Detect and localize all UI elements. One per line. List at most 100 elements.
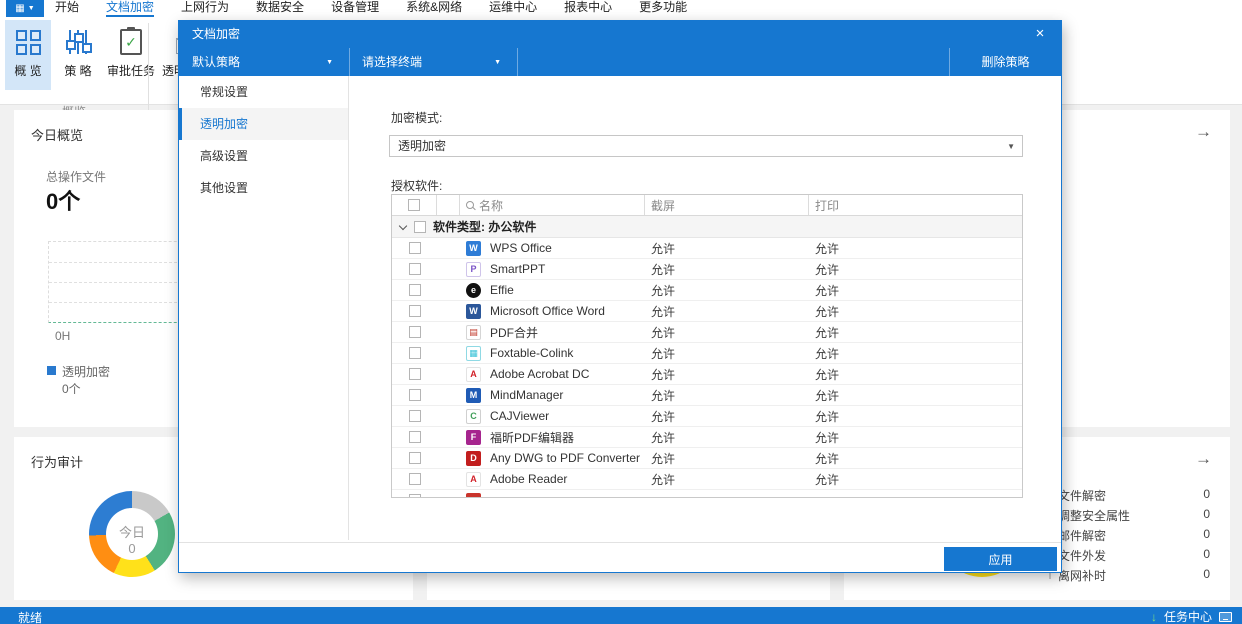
card-title: 今日概览 [31,128,84,143]
table-row[interactable]: e Effie 允许 允许 [392,280,1022,301]
spacer-cell [437,469,460,489]
table-row-partial[interactable] [392,490,1022,497]
nav-item-其他设置[interactable]: 其他设置 [179,172,348,204]
table-row[interactable]: C CAJViewer 允许 允许 [392,406,1022,427]
print-permission: 允许 [815,367,840,382]
ribbon-button-policy[interactable]: 策 略 [56,20,100,90]
table-row[interactable]: D Any DWG to PDF Converter 允许 允许 [392,448,1022,469]
name-cell: A Adobe Acrobat DC [460,364,645,384]
row-checkbox[interactable] [408,326,421,338]
status-ready-text: 就绪 [18,611,43,624]
chevron-down-icon[interactable] [398,221,408,230]
row-checkbox[interactable] [408,389,421,401]
right-arrow-icon[interactable]: → [1195,122,1212,142]
table-row[interactable]: A Adobe Acrobat DC 允许 允许 [392,364,1022,385]
app-menu-button[interactable]: ▦ ▼ [6,0,44,17]
terminal-dropdown[interactable]: 请选择终端 ▼ [349,48,517,76]
authorized-software-label: 授权软件: [391,179,443,193]
row-checkbox[interactable] [408,263,421,275]
menu-bar: ▦ ▼ 开始 文档加密 上网行为 数据安全 设备管理 系统&网络 运维中心 报表中心 更多功能 [0,0,1242,17]
row-checkbox[interactable] [408,368,421,380]
checkbox-cell [392,238,437,258]
row-checkbox[interactable] [408,452,421,464]
caret-down-icon: ▼ [1007,142,1015,151]
stat-row-邮件解密: 邮件解密 0 [1049,527,1210,544]
row-checkbox[interactable] [408,494,421,497]
group-checkbox[interactable] [414,220,426,233]
stat-value: 0 [1203,487,1210,501]
row-checkbox[interactable] [408,410,421,422]
nav-item-常规设置[interactable]: 常规设置 [179,76,348,108]
table-row[interactable]: M MindManager 允许 允许 [392,385,1022,406]
menu-tab-开始[interactable]: 开始 [55,0,79,17]
task-center-button[interactable]: 任务中心 [1164,608,1212,624]
table-row[interactable]: A Adobe Reader 允许 允许 [392,469,1022,490]
row-checkbox[interactable] [408,305,421,317]
metric-label: 总操作文件 [46,170,107,184]
name-cell: M MindManager [460,385,645,405]
table-row[interactable]: ▤ PDF合并 允许 允许 [392,322,1022,343]
grid-icon [15,29,41,55]
spacer-cell [437,448,460,468]
menu-tab-运维中心[interactable]: 运维中心 [489,0,537,17]
name-cell: ▤ PDF合并 [460,322,645,342]
nav-item-透明加密[interactable]: 透明加密 [179,108,348,140]
screenshot-permission: 允许 [651,346,676,361]
document-encryption-dialog: 文档加密 × 默认策略 ▼ 请选择终端 ▼ 删除策略 常规设置 透明加密 高级设置其… [178,20,1062,573]
app-name: Microsoft Office Word [490,304,605,318]
menu-tab-更多功能[interactable]: 更多功能 [639,0,687,17]
print-permission: 允许 [815,409,840,424]
foxtable-colink-icon: ▦ [466,345,481,361]
pdf-merge-icon: ▤ [466,324,481,340]
menu-tab-文档加密[interactable]: 文档加密 [106,0,155,17]
row-checkbox[interactable] [408,284,421,296]
checkbox-cell [392,448,437,468]
spacer-cell [437,343,460,363]
foxit-pdf-editor-icon: F [466,429,481,445]
ribbon-button-overview[interactable]: 概 览 [5,20,51,90]
app-name: Adobe Acrobat DC [490,367,590,381]
app-name: Effie [490,283,514,297]
group-label: 软件类型: 办公软件 [433,220,537,234]
table-row[interactable]: W WPS Office 允许 允许 [392,238,1022,259]
software-group-row[interactable]: 软件类型: 办公软件 [392,216,1022,238]
clipped-app-icon [466,492,481,497]
menu-tab-上网行为[interactable]: 上网行为 [181,0,229,17]
table-row[interactable]: ▦ Foxtable-Colink 允许 允许 [392,343,1022,364]
right-arrow-icon[interactable]: → [1195,449,1212,469]
apply-button[interactable]: 应用 [944,547,1057,571]
monitor-icon[interactable] [1219,611,1232,622]
row-checkbox[interactable] [408,242,421,254]
table-row[interactable]: F 福昕PDF编辑器 允许 允许 [392,427,1022,448]
row-checkbox[interactable] [408,473,421,485]
menu-tabs: 开始 文档加密 上网行为 数据安全 设备管理 系统&网络 运维中心 报表中心 更多功能 [55,0,687,17]
app-name: MindManager [490,388,564,402]
select-all-checkbox[interactable] [408,199,420,211]
close-icon[interactable]: × [1029,21,1051,48]
adobe-reader-icon: A [466,471,481,487]
menu-tab-数据安全[interactable]: 数据安全 [256,0,304,17]
clipboard-check-icon: ✓ [120,27,142,55]
print-column-header[interactable]: 打印 [809,195,1022,215]
screenshot-column-header[interactable]: 截屏 [645,195,809,215]
name-column-header[interactable]: 名称 [460,195,645,215]
policy-dropdown[interactable]: 默认策略 ▼ [179,48,349,76]
menu-tab-设备管理[interactable]: 设备管理 [331,0,379,17]
spacer-cell [437,427,460,447]
spacer-cell [437,406,460,426]
ms-word-icon: W [466,303,481,319]
stat-label: 离网补时 [1058,569,1107,583]
menu-tab-系统&网络[interactable]: 系统&网络 [406,0,462,17]
stat-row-离网补时: 离网补时 0 [1049,567,1210,584]
table-row[interactable]: P SmartPPT 允许 允许 [392,259,1022,280]
row-checkbox[interactable] [408,347,421,359]
ribbon-button-approval-tasks[interactable]: ✓ 审批任务 [104,20,158,90]
delete-policy-button[interactable]: 删除策略 [949,48,1061,76]
row-checkbox[interactable] [408,431,421,443]
encryption-mode-select[interactable]: 透明加密 ▼ [389,135,1023,157]
menu-tab-报表中心[interactable]: 报表中心 [564,0,612,17]
app-name: SmartPPT [490,262,546,276]
table-row[interactable]: W Microsoft Office Word 允许 允许 [392,301,1022,322]
nav-item-高级设置[interactable]: 高级设置 [179,140,348,172]
metric-value: 0个 [46,189,81,214]
